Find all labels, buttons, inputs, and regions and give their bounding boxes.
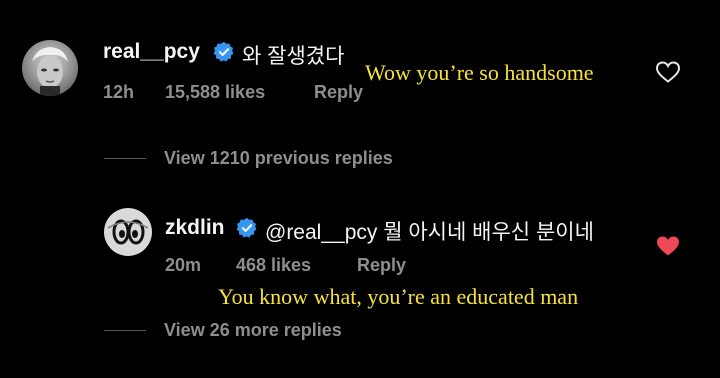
comment-username[interactable]: real__pcy <box>103 40 200 64</box>
avatar-photo <box>107 219 149 245</box>
reply-likes[interactable]: 468 likes <box>236 255 311 276</box>
avatar-photo <box>32 47 68 96</box>
comment-translation: Wow you’re so handsome <box>365 60 594 85</box>
reply-username[interactable]: zkdlin <box>165 216 225 240</box>
heart-filled-icon[interactable] <box>655 234 681 263</box>
heart-outline-icon[interactable] <box>655 60 681 89</box>
comment-text: 와 잘생겼다 <box>242 45 345 68</box>
reply-translation: You know what, you’re an educated man <box>218 284 579 309</box>
reply-text: @real__pcy 뭘 아시네 배우신 분이네 <box>265 221 594 244</box>
reply-time: 20m <box>165 255 202 275</box>
avatar-zkdlin[interactable] <box>104 208 152 256</box>
verified-badge-icon <box>213 41 235 63</box>
reply-reply-button[interactable]: Reply <box>357 255 406 276</box>
divider-line <box>104 330 146 331</box>
comment-time: 12h <box>103 82 135 102</box>
comment-likes[interactable]: 15,588 likes <box>165 82 265 103</box>
view-previous-replies[interactable]: View 1210 previous replies <box>164 148 393 169</box>
avatar-real-pcy[interactable] <box>22 40 78 96</box>
view-more-replies[interactable]: View 26 more replies <box>164 320 342 341</box>
divider-line <box>104 158 146 159</box>
verified-badge-icon <box>236 217 258 239</box>
comment-reply-button[interactable]: Reply <box>314 82 363 103</box>
